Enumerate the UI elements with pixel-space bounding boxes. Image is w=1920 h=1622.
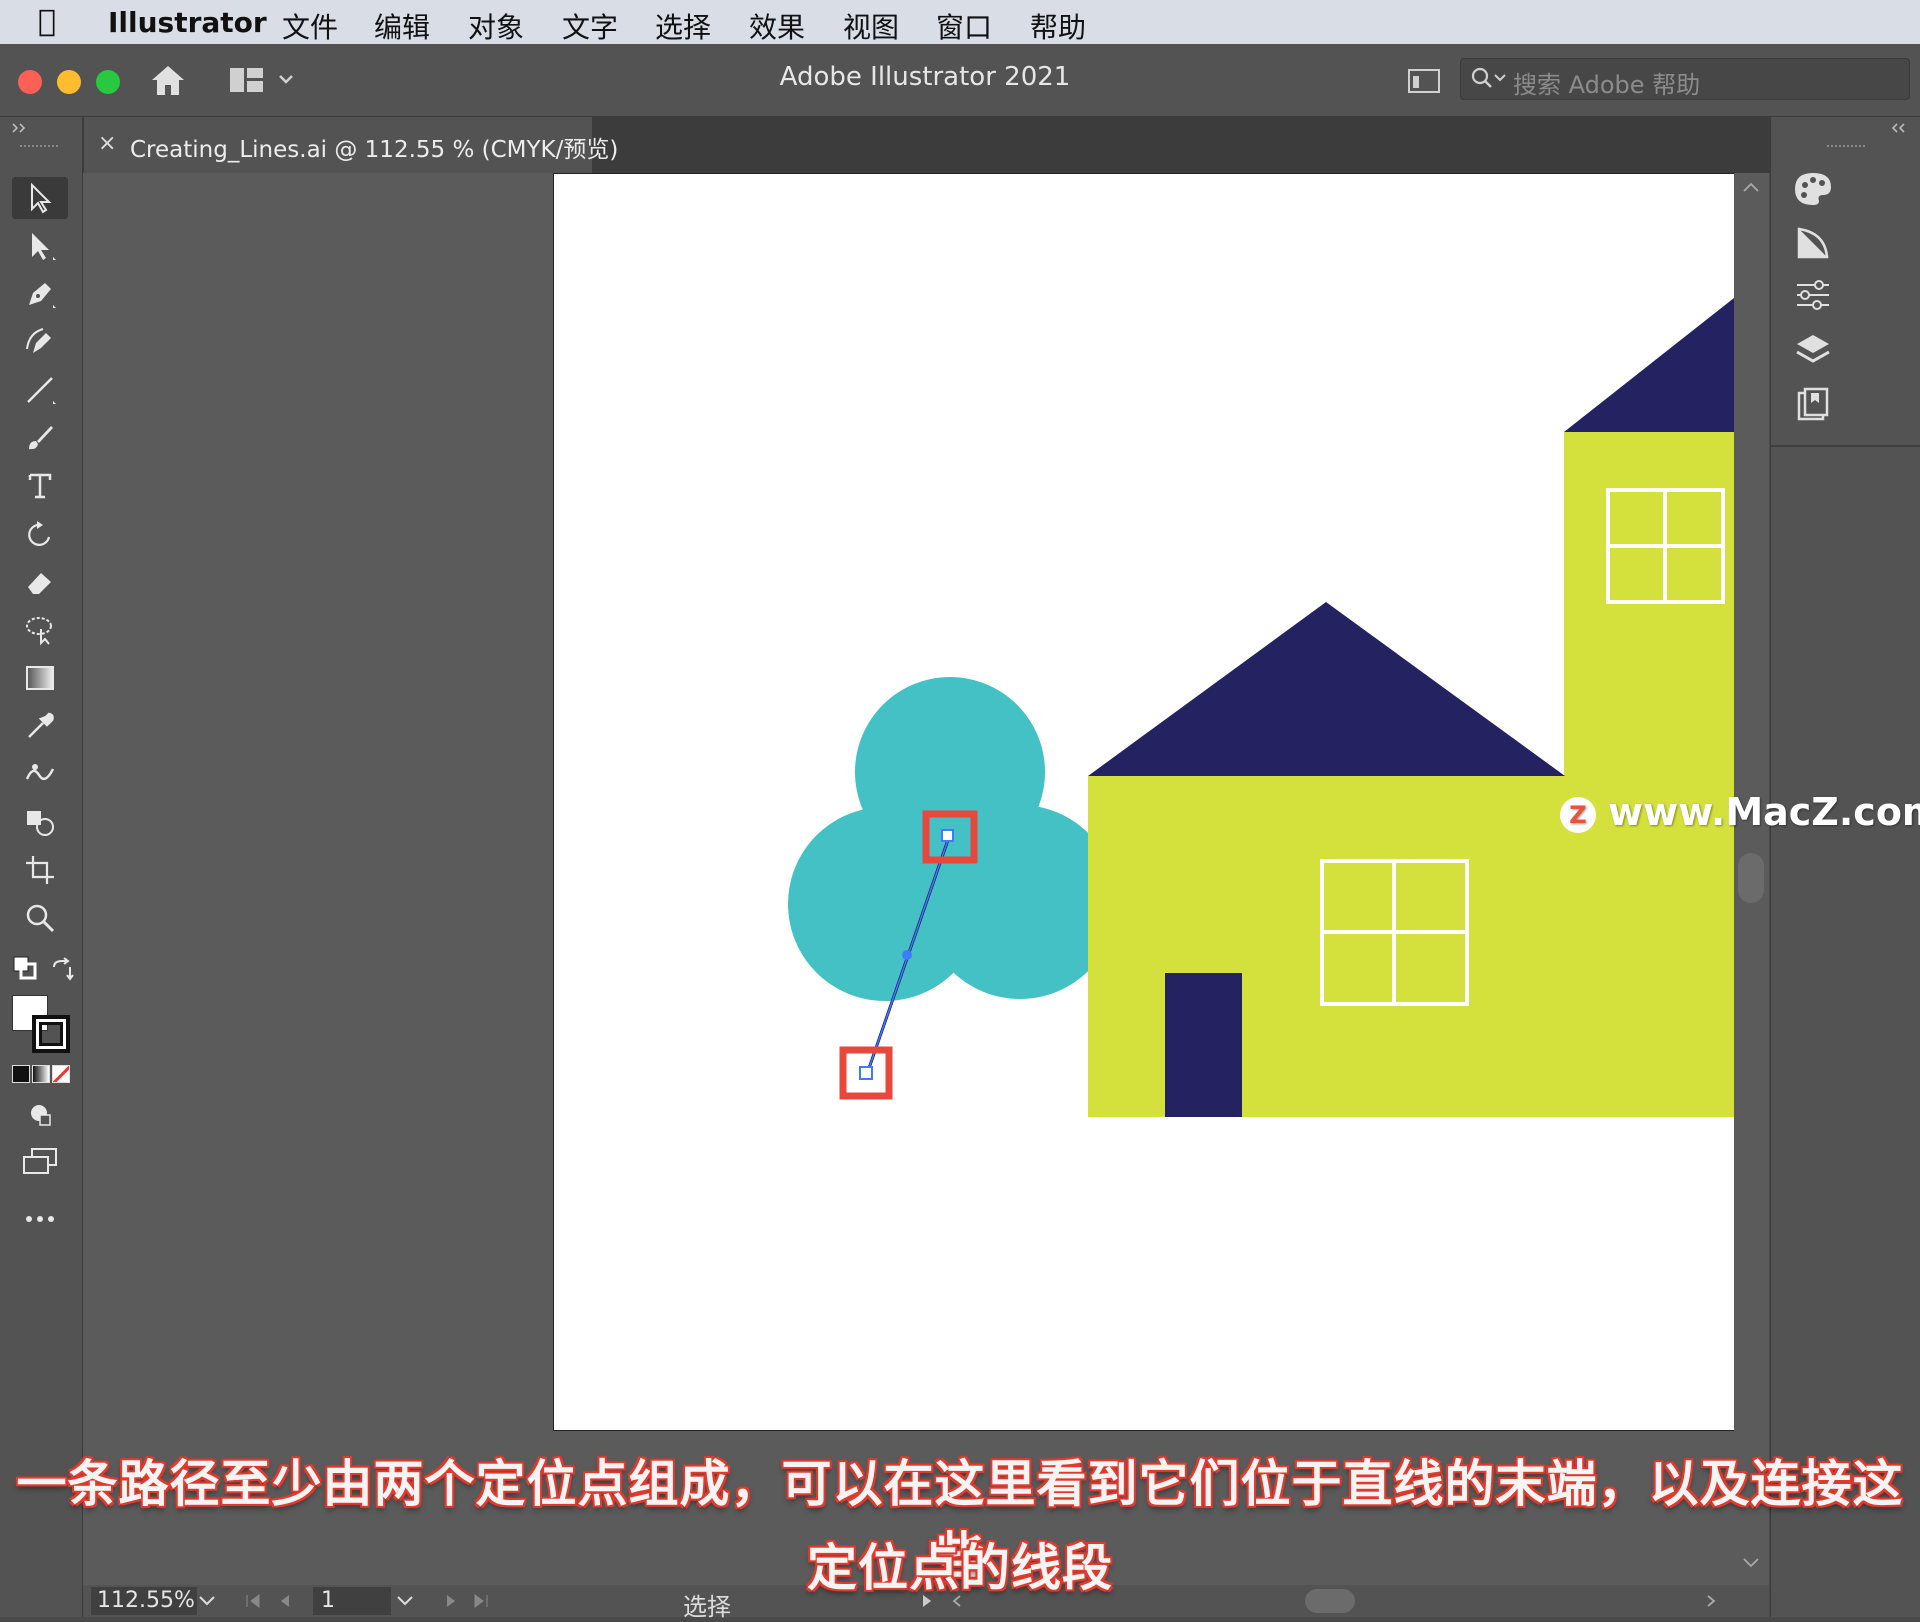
search-icon	[1471, 67, 1506, 88]
arrange-documents-icon[interactable]	[1406, 66, 1442, 96]
app-title-bar: Adobe Illustrator 2021 搜索 Adobe 帮助	[0, 44, 1920, 117]
line-tool-icon	[27, 377, 56, 404]
gradient-tool[interactable]	[12, 657, 68, 699]
pen-tool-icon	[29, 283, 56, 308]
dock-grip[interactable]	[1827, 145, 1865, 153]
direct-selection-tool[interactable]	[12, 225, 68, 267]
artboard-tool-icon	[26, 856, 54, 884]
close-tab-icon[interactable]: ×	[98, 131, 116, 156]
menu-file[interactable]: 文件	[282, 6, 338, 46]
watermark-text: www.MacZ.com	[1608, 790, 1920, 834]
vertical-scrollbar[interactable]	[1734, 173, 1768, 1585]
shape-builder-tool[interactable]	[12, 801, 68, 843]
lasso-tool[interactable]	[12, 609, 68, 651]
menu-select[interactable]: 选择	[655, 6, 711, 46]
type-tool[interactable]	[12, 465, 68, 507]
puppet-warp-tool[interactable]	[12, 753, 68, 795]
collapsed-panels-dock	[1770, 117, 1920, 1617]
panel-grip[interactable]	[20, 145, 58, 153]
dock-divider	[1771, 445, 1920, 447]
artboard[interactable]	[553, 173, 1735, 1431]
shape-builder-tool-icon	[27, 811, 54, 836]
curvature-tool[interactable]	[12, 321, 68, 363]
menu-window[interactable]: 窗口	[936, 6, 992, 46]
apple-icon[interactable]: 	[38, 4, 56, 39]
watermark: Zwww.MacZ.com	[1560, 790, 1920, 834]
menu-type[interactable]: 文字	[562, 6, 618, 46]
stroke-swatch[interactable]	[32, 1015, 70, 1053]
rotate-tool-icon	[28, 521, 51, 546]
eraser-tool[interactable]	[12, 561, 68, 603]
color-mode-buttons[interactable]	[12, 1065, 70, 1083]
rotate-tool[interactable]	[12, 513, 68, 555]
artwork	[788, 298, 1734, 1117]
lasso-tool-icon	[26, 617, 52, 646]
menu-app-name[interactable]: Illustrator	[108, 6, 267, 39]
menu-object[interactable]: 对象	[468, 6, 524, 46]
gradient-tool-icon	[26, 666, 54, 690]
caption-line-2: 定位点的线段	[807, 1539, 1113, 1597]
menu-effect[interactable]: 效果	[749, 6, 805, 46]
paintbrush-tool-icon	[29, 426, 53, 450]
line-segment-tool[interactable]	[12, 369, 68, 411]
swap-fill-stroke-icon[interactable]	[50, 957, 76, 983]
watermark-badge: Z	[1560, 796, 1596, 833]
artboard-tool[interactable]	[12, 849, 68, 891]
properties-icon[interactable]	[1793, 277, 1833, 313]
type-tool-icon	[28, 473, 52, 499]
puppet-warp-tool-icon	[25, 764, 55, 781]
scroll-thumb[interactable]	[1738, 853, 1764, 903]
pen-tool[interactable]	[12, 273, 68, 315]
search-placeholder: 搜索 Adobe 帮助	[1513, 71, 1701, 99]
layers-icon[interactable]	[1793, 331, 1833, 371]
document-tab-bar: × Creating_Lines.ai @ 112.55 % (CMYK/预览)	[0, 117, 1920, 173]
selection-tool-icon	[31, 182, 52, 214]
more-tools-icon[interactable]	[24, 1213, 56, 1225]
curvature-tool-icon	[26, 328, 51, 353]
paintbrush-tool[interactable]	[12, 417, 68, 459]
eyedropper-tool-icon	[28, 712, 54, 738]
menu-edit[interactable]: 编辑	[374, 6, 430, 46]
menu-view[interactable]: 视图	[843, 6, 899, 46]
anchor-point-bottom[interactable]	[839, 1046, 893, 1100]
color-guide-icon[interactable]	[1793, 223, 1833, 263]
eyedropper-tool[interactable]	[12, 705, 68, 747]
default-fill-stroke-icon[interactable]	[12, 955, 38, 981]
document-tab-title: Creating_Lines.ai @ 112.55 % (CMYK/预览)	[130, 137, 619, 163]
collapse-panel-icon[interactable]	[10, 121, 34, 135]
drawing-modes-icon[interactable]	[26, 1101, 56, 1131]
search-help-input[interactable]: 搜索 Adobe 帮助	[1460, 58, 1910, 100]
tools-panel	[0, 117, 83, 1617]
zoom-tool[interactable]	[12, 897, 68, 939]
selection-tool[interactable]	[12, 177, 68, 219]
zoom-tool-icon	[26, 904, 55, 933]
libraries-icon[interactable]	[1795, 387, 1831, 423]
color-panel-icon[interactable]	[1791, 167, 1835, 207]
expand-panels-icon[interactable]	[1887, 121, 1911, 135]
tab-creating-lines[interactable]: × Creating_Lines.ai @ 112.55 % (CMYK/预览)	[84, 117, 618, 173]
direct-selection-tool-icon	[32, 233, 56, 260]
scroll-up-icon[interactable]	[1742, 181, 1760, 193]
eraser-tool-icon	[28, 573, 51, 594]
menu-help[interactable]: 帮助	[1030, 6, 1086, 46]
mac-menubar:  Illustrator 文件 编辑 对象 文字 选择 效果 视图 窗口 帮助	[0, 0, 1920, 44]
screen-mode-icon[interactable]	[22, 1147, 58, 1177]
